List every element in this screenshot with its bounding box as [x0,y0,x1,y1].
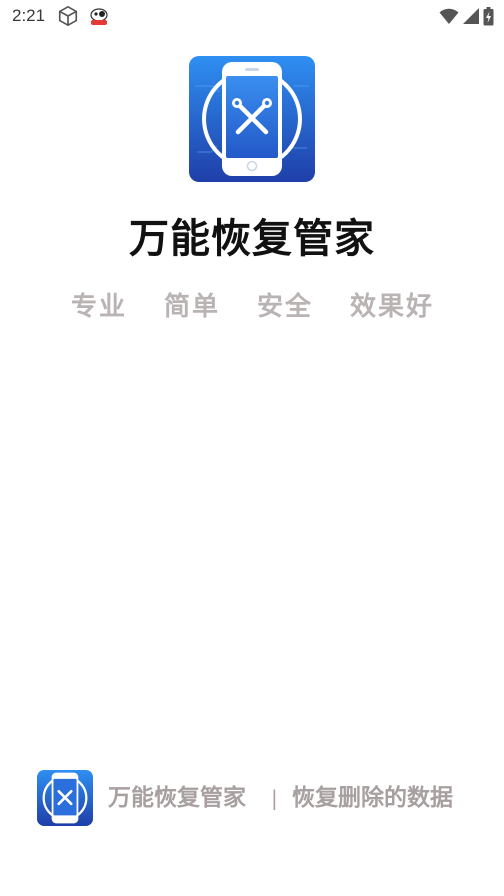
footer-app-name: 万能恢复管家 [108,785,246,811]
footer-divider: | [271,786,278,810]
cellular-signal-icon [463,8,479,24]
status-indicators [439,6,494,26]
app-notification-icon [90,8,108,25]
app-logo-icon [189,56,315,182]
wifi-icon [439,8,459,24]
footer-tagline: 恢复删除的数据 [292,785,453,811]
slogan-simple: 简单 [164,292,221,322]
status-bar: 2:21 [0,0,504,34]
slogan-safe: 安全 [257,292,314,322]
slogan-row: 专业 简单 安全 效果好 [0,289,504,329]
battery-icon [483,6,494,25]
cube-icon [58,6,78,26]
slogan-effective: 效果好 [350,292,435,322]
footer-logo-icon [37,770,93,826]
app-title: 万能恢复管家 [129,216,375,262]
status-time: 2:21 [12,6,46,25]
footer-branding: 万能恢复管家 | 恢复删除的数据 [0,768,504,828]
slogan-professional: 专业 [71,292,128,322]
